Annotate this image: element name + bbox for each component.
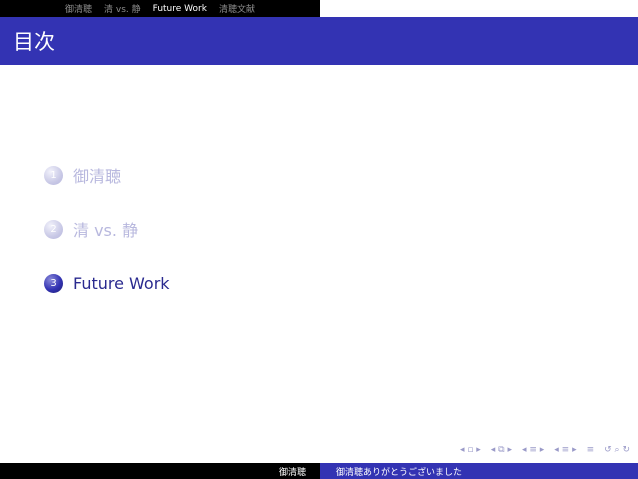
footer-title: 御清聴ありがとうございました xyxy=(320,463,638,479)
section-nav-icon[interactable]: ◂ ≡ ▸ xyxy=(554,445,576,455)
headline-nav: 御清聴 清 vs. 静 Future Work 清聴文献 xyxy=(0,0,320,17)
toc-item-2[interactable]: 2 清 vs. 静 xyxy=(44,214,170,244)
frame-nav-icon[interactable]: ◂ ⧉ ▸ xyxy=(491,445,512,455)
subsection-nav-icon[interactable]: ◂ ≡ ▸ xyxy=(522,445,544,455)
toc-item-3[interactable]: 3 Future Work xyxy=(44,268,170,298)
headline-section-2[interactable]: 清 vs. 静 xyxy=(104,2,141,15)
beamer-navigation-symbols: ◂ ▫ ▸ ◂ ⧉ ▸ ◂ ≡ ▸ ◂ ≡ ▸ ≡ ↺ ⌕ ↻ xyxy=(460,445,630,455)
toc-item-1[interactable]: 1 御清聴 xyxy=(44,160,170,190)
toc-number-ball-1: 1 xyxy=(44,165,63,185)
toc-label-1: 御清聴 xyxy=(73,167,122,186)
footer-author: 御清聴 xyxy=(0,463,320,479)
headline-section-1[interactable]: 御清聴 xyxy=(65,2,92,15)
headline-section-4[interactable]: 清聴文献 xyxy=(219,2,255,15)
toc-label-3: Future Work xyxy=(73,273,170,293)
search-nav-icon[interactable]: ↺ ⌕ ↻ xyxy=(604,445,630,455)
footline: 御清聴 御清聴ありがとうございました xyxy=(0,463,638,479)
headline-section-3[interactable]: Future Work xyxy=(153,4,207,14)
table-of-contents: 1 御清聴 2 清 vs. 静 3 Future Work xyxy=(44,160,170,322)
toc-label-2: 清 vs. 静 xyxy=(73,221,139,240)
slide-nav-icon[interactable]: ◂ ▫ ▸ xyxy=(460,445,481,455)
frame-title-bar: 目次 xyxy=(0,17,638,65)
toc-nav-icon[interactable]: ≡ xyxy=(587,445,595,455)
frame-title: 目次 xyxy=(13,30,55,54)
toc-number-ball-2: 2 xyxy=(44,219,63,239)
toc-number-ball-3: 3 xyxy=(44,273,63,293)
